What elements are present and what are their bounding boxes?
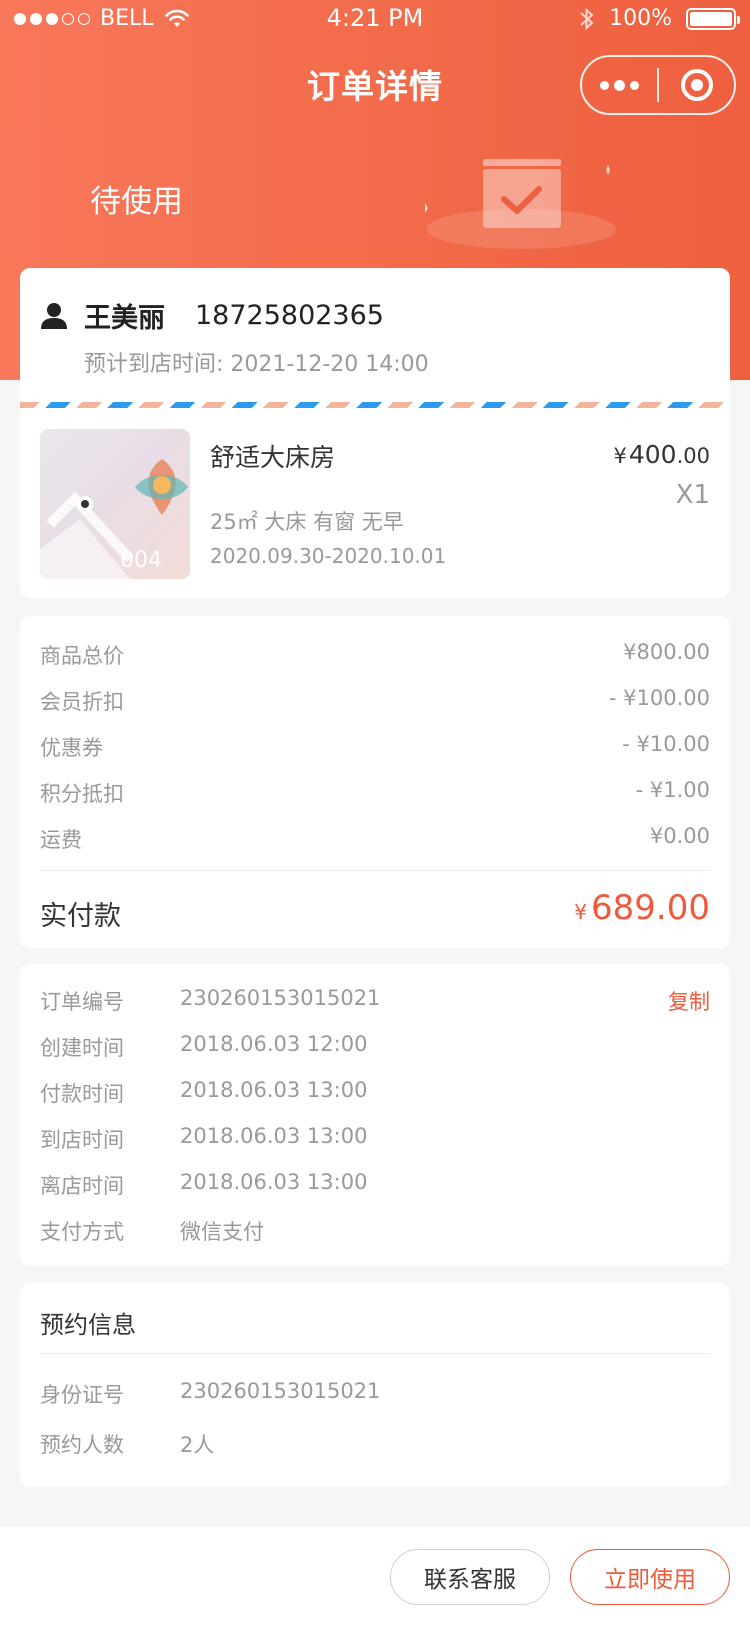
room-name: 舒适大床房 [210,443,336,472]
price-row: 商品总价 ¥800.00 [40,640,710,670]
status-bar: BELL 4:21 PM 100% [0,0,750,40]
battery-percentage: 100% [609,6,672,31]
battery-icon [686,7,740,30]
calendar-check-illustration [425,159,616,249]
order-status: 待使用 [90,184,183,220]
order-info-label: 付款时间 [40,1082,124,1106]
copy-order-number-button[interactable]: 复制 [668,986,710,1016]
total-label: 实付款 [40,901,121,932]
booking-info-label: 身份证号 [40,1383,124,1407]
total-value: 689.00 [591,888,710,928]
price-row: 优惠券 - ¥10.00 [40,732,710,762]
order-info-label: 创建时间 [40,1036,124,1060]
room-image-text: 004 [120,548,162,573]
booking-title: 预约信息 [40,1311,136,1339]
order-info-label: 到店时间 [40,1128,124,1152]
price-row-label: 优惠券 [40,736,103,760]
status-bar-right: 100% [579,6,740,31]
more-icon[interactable] [582,57,657,113]
price-row-value: - ¥1.00 [635,778,710,802]
order-info-card: 复制 订单编号 230260153015021 创建时间 2018.06.03 … [20,964,730,1266]
price-row-value: - ¥100.00 [608,686,710,710]
price-row-value: ¥0.00 [649,824,710,848]
price-row-value: - ¥10.00 [622,732,710,756]
mini-program-capsule [580,55,736,115]
order-info-value: 2018.06.03 12:00 [180,1032,368,1056]
room-price-integer: 400 [628,440,677,469]
order-info-label: 支付方式 [40,1220,124,1244]
booking-info-card: 预约信息 身份证号 230260153015021 预约人数 2人 [20,1283,730,1487]
order-info-label: 离店时间 [40,1174,124,1198]
order-info-value: 2018.06.03 13:00 [180,1078,368,1102]
room-price-currency: ¥ [613,444,627,468]
booking-info-value: 2人 [180,1433,215,1457]
price-row-value: ¥800.00 [623,640,710,664]
total-currency: ¥ [574,900,588,924]
booking-divider [40,1353,710,1354]
contact-service-button[interactable]: 联系客服 [390,1549,550,1605]
use-now-button[interactable]: 立即使用 [570,1549,730,1605]
room-dates: 2020.09.30-2020.10.01 [210,544,447,568]
guest-phone: 18725802365 [195,300,384,331]
order-info-value: 微信支付 [180,1220,264,1244]
guest-info-row: 王美丽 18725802365 [40,296,384,335]
room-thumbnail[interactable]: 004 [40,429,190,579]
price-row-label: 商品总价 [40,644,124,668]
price-row-label: 积分抵扣 [40,782,124,806]
bluetooth-icon [580,7,594,30]
bottom-action-bar: 联系客服 立即使用 [0,1527,750,1625]
order-info-value: 2018.06.03 13:00 [180,1170,368,1194]
room-price: ¥400.00 [614,440,711,469]
price-summary-card: 商品总价 ¥800.00 会员折扣 - ¥100.00 优惠券 - ¥10.00… [20,616,730,948]
order-info-label: 订单编号 [40,990,124,1014]
price-row: 运费 ¥0.00 [40,824,710,854]
price-divider [40,870,710,871]
airmail-stripe-divider [20,402,730,408]
price-row: 会员折扣 - ¥100.00 [40,686,710,716]
order-info-value: 230260153015021 [180,986,381,1010]
person-icon [41,302,67,329]
guest-name: 王美丽 [84,303,165,334]
price-row: 积分抵扣 - ¥1.00 [40,778,710,808]
booking-info-value: 230260153015021 [180,1379,381,1403]
room-price-decimal: .00 [676,444,710,468]
booking-info-label: 预约人数 [40,1433,124,1457]
room-spec: 25㎡ 大床 有窗 无早 [210,510,404,534]
room-quantity: X1 [675,480,710,510]
arrival-value: 2021-12-20 14:00 [230,352,429,377]
price-row-label: 运费 [40,828,82,852]
order-info-value: 2018.06.03 13:00 [180,1124,368,1148]
guest-room-card: 王美丽 18725802365 预计到店时间: 2021-12-20 14:00… [20,268,730,598]
arrival-time: 预计到店时间: 2021-12-20 14:00 [84,346,429,378]
total-amount: ¥689.00 [574,888,710,928]
arrival-label: 预计到店时间: [84,352,224,377]
price-row-label: 会员折扣 [40,690,124,714]
close-target-icon[interactable] [659,57,734,113]
